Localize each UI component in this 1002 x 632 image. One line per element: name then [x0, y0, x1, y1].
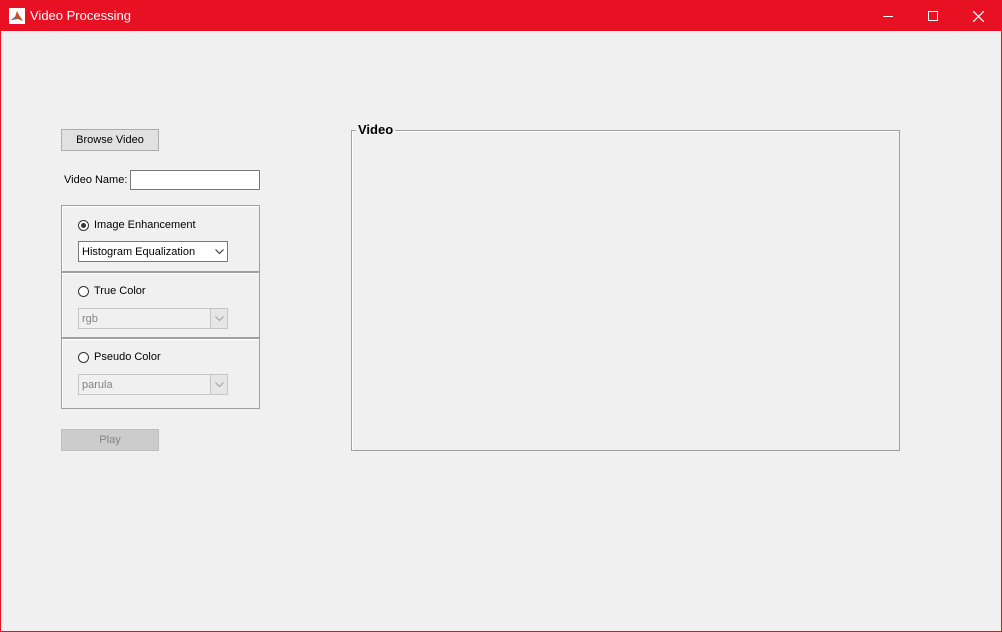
minimize-icon — [883, 11, 893, 21]
video-panel-title: Video — [356, 122, 396, 137]
image-enhancement-label: Image Enhancement — [94, 219, 196, 231]
true-color-group: True Color rgb — [61, 272, 260, 338]
chevron-down-icon — [210, 309, 227, 328]
true-color-select[interactable]: rgb — [78, 308, 228, 329]
true-color-value: rgb — [82, 313, 98, 325]
pseudo-color-label: Pseudo Color — [94, 351, 161, 363]
image-enhancement-select[interactable]: Histogram Equalization — [78, 241, 228, 262]
maximize-button[interactable] — [910, 1, 956, 31]
client-area: Browse Video Video Name: Image Enhanceme… — [1, 31, 1001, 631]
radio-checked-icon — [78, 219, 89, 231]
true-color-label: True Color — [94, 285, 146, 297]
close-button[interactable] — [955, 1, 1001, 31]
video-panel: Video — [351, 122, 900, 451]
video-name-input[interactable] — [130, 170, 260, 190]
pseudo-color-select[interactable]: parula — [78, 374, 228, 395]
matlab-icon — [9, 8, 25, 24]
radio-unchecked-icon — [78, 351, 89, 363]
browse-video-button[interactable]: Browse Video — [61, 129, 159, 151]
image-enhancement-radio[interactable]: Image Enhancement — [78, 219, 196, 231]
pseudo-color-group: Pseudo Color parula — [61, 338, 260, 409]
radio-unchecked-icon — [78, 285, 89, 297]
pseudo-color-radio[interactable]: Pseudo Color — [78, 351, 161, 363]
video-name-label: Video Name: — [64, 174, 128, 186]
chevron-down-icon — [210, 242, 227, 261]
play-label: Play — [99, 434, 121, 446]
minimize-button[interactable] — [865, 1, 911, 31]
close-icon — [972, 10, 984, 22]
pseudo-color-value: parula — [82, 379, 113, 391]
chevron-down-icon — [210, 375, 227, 394]
browse-video-label: Browse Video — [76, 134, 144, 146]
image-enhancement-value: Histogram Equalization — [82, 246, 196, 258]
window-title: Video Processing — [30, 8, 131, 23]
title-bar[interactable]: Video Processing — [1, 1, 1001, 31]
image-enhancement-group: Image Enhancement Histogram Equalization — [61, 205, 260, 272]
maximize-icon — [928, 11, 938, 21]
true-color-radio[interactable]: True Color — [78, 285, 146, 297]
app-window: Video Processing Browse Video Video Name… — [0, 0, 1002, 632]
play-button[interactable]: Play — [61, 429, 159, 451]
